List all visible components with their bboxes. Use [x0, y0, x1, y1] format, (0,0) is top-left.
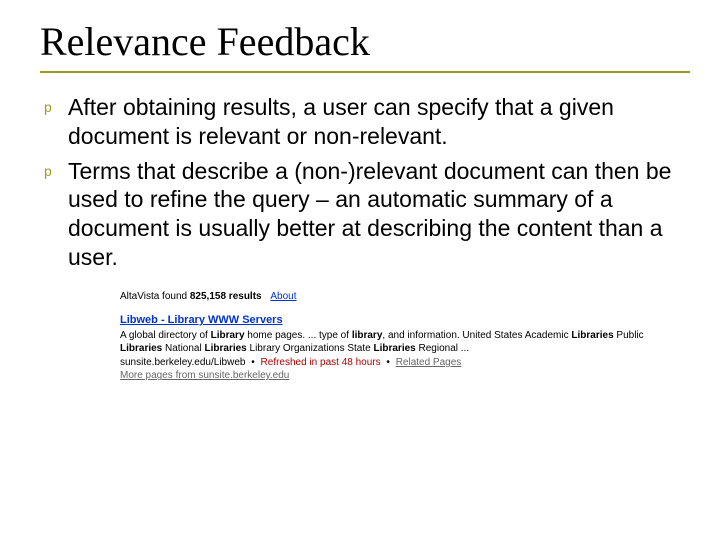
- page-title: Relevance Feedback: [40, 18, 690, 65]
- search-header: AltaVista found 825,158 results About: [120, 290, 660, 304]
- result-url: sunsite.berkeley.edu/Libweb: [120, 357, 245, 368]
- about-link[interactable]: About: [270, 291, 296, 302]
- search-result-count: 825,158: [190, 291, 226, 302]
- search-result-block: AltaVista found 825,158 results About Li…: [120, 290, 660, 383]
- slide: Relevance Feedback p After obtaining res…: [0, 0, 720, 540]
- list-item: p After obtaining results, a user can sp…: [44, 93, 690, 151]
- bullet-marker: p: [44, 93, 68, 151]
- search-header-prefix: AltaVista found: [120, 291, 190, 302]
- refreshed-label: Refreshed in past 48 hours: [261, 357, 381, 368]
- bullet-text: Terms that describe a (non-)relevant doc…: [68, 157, 690, 272]
- list-item: p Terms that describe a (non-)relevant d…: [44, 157, 690, 272]
- bullet-text: After obtaining results, a user can spec…: [68, 93, 690, 151]
- title-underline: [40, 71, 690, 73]
- search-header-suffix: results: [226, 291, 262, 302]
- result-title-link[interactable]: Libweb - Library WWW Servers: [120, 313, 283, 328]
- bullet-list: p After obtaining results, a user can sp…: [40, 93, 690, 272]
- related-pages-link[interactable]: Related Pages: [396, 357, 462, 368]
- separator-dot: •: [386, 357, 390, 368]
- result-description: A global directory of Library home pages…: [120, 330, 644, 355]
- separator-dot: •: [251, 357, 255, 368]
- bullet-marker: p: [44, 157, 68, 272]
- more-pages-link[interactable]: More pages from sunsite.berkeley.edu: [120, 370, 289, 381]
- search-result: Libweb - Library WWW Servers A global di…: [120, 313, 660, 383]
